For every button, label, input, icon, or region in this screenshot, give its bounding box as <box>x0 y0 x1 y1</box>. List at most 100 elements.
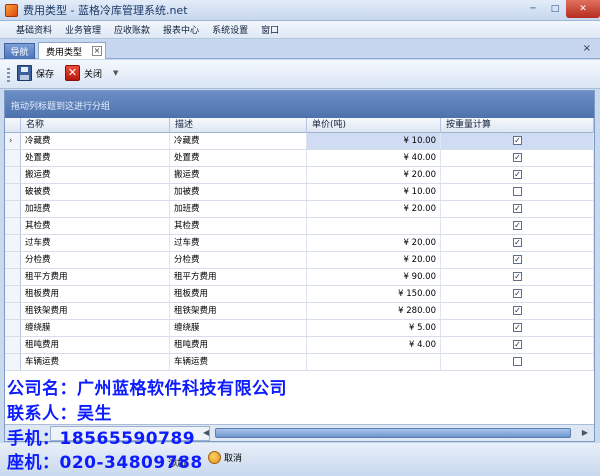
close-icon[interactable]: × <box>583 43 591 54</box>
cell-description[interactable]: 租铁架费用 <box>170 303 307 319</box>
table-row[interactable]: 租平方费用 租平方费用 ¥ 90.00 ✓ <box>5 269 594 286</box>
by-weight-checkbox[interactable]: ✓ <box>513 323 522 332</box>
row-indicator[interactable] <box>5 320 21 336</box>
row-indicator[interactable] <box>5 184 21 200</box>
toolbar-dropdown-icon[interactable]: ▼ <box>113 69 118 77</box>
cell-unit-price[interactable]: ¥ 280.00 <box>307 303 441 319</box>
cell-description[interactable]: 加班费 <box>170 201 307 217</box>
cell-name[interactable]: 租平方费用 <box>21 269 170 285</box>
table-row[interactable]: 过车费 过车费 ¥ 20.00 ✓ <box>5 235 594 252</box>
cell-name[interactable]: 搬运费 <box>21 167 170 183</box>
cell-description[interactable]: 租吨费用 <box>170 337 307 353</box>
table-row[interactable]: 租吨费用 租吨费用 ¥ 4.00 ✓ <box>5 337 594 354</box>
row-indicator[interactable] <box>5 218 21 234</box>
cell-unit-price[interactable]: ¥ 20.00 <box>307 235 441 251</box>
cell-name[interactable]: 处置费 <box>21 150 170 166</box>
cell-unit-price[interactable]: ¥ 150.00 <box>307 286 441 302</box>
by-weight-checkbox[interactable]: ✓ <box>513 289 522 298</box>
cancel-button[interactable]: 取消 <box>208 451 242 464</box>
cell-unit-price[interactable]: ¥ 4.00 <box>307 337 441 353</box>
table-row[interactable]: 车辆运费 车辆运费 <box>5 354 594 371</box>
cell-unit-price[interactable]: ¥ 20.00 <box>307 167 441 183</box>
table-row[interactable]: 破被费 加被费 ¥ 10.00 <box>5 184 594 201</box>
table-row[interactable]: 缠绕膜 缠绕膜 ¥ 5.00 ✓ <box>5 320 594 337</box>
row-indicator[interactable] <box>5 286 21 302</box>
table-row[interactable]: › 冷藏费 冷藏费 ¥ 10.00 ✓ <box>5 133 594 150</box>
minimize-button[interactable]: ─ <box>522 0 544 18</box>
cell-description[interactable]: 搬运费 <box>170 167 307 183</box>
scroll-thumb[interactable] <box>215 428 571 438</box>
toolbar-grip[interactable] <box>7 68 10 82</box>
cell-description[interactable]: 分检费 <box>170 252 307 268</box>
by-weight-checkbox[interactable]: ✓ <box>513 340 522 349</box>
by-weight-checkbox[interactable]: ✓ <box>513 170 522 179</box>
cell-description[interactable]: 车辆运费 <box>170 354 307 370</box>
row-indicator[interactable] <box>5 201 21 217</box>
table-row[interactable]: 搬运费 搬运费 ¥ 20.00 ✓ <box>5 167 594 184</box>
cell-name[interactable]: 租板费用 <box>21 286 170 302</box>
menu-item-business[interactable]: 业务管理 <box>65 23 101 36</box>
by-weight-checkbox[interactable]: ✓ <box>513 255 522 264</box>
by-weight-checkbox[interactable] <box>513 187 522 196</box>
scroll-right-icon[interactable]: ▶ <box>582 428 588 437</box>
close-window-button[interactable]: ✕ <box>566 0 600 18</box>
row-indicator[interactable]: › <box>5 133 21 149</box>
cell-name[interactable]: 其检费 <box>21 218 170 234</box>
cell-description[interactable]: 冷藏费 <box>170 133 307 149</box>
by-weight-checkbox[interactable]: ✓ <box>513 238 522 247</box>
cell-unit-price[interactable]: ¥ 5.00 <box>307 320 441 336</box>
row-indicator[interactable] <box>5 167 21 183</box>
scroll-left-icon[interactable]: ◀ <box>203 428 209 437</box>
tab-fee-types[interactable]: 费用类型 × <box>38 42 106 59</box>
column-header-by-weight[interactable]: 按重量计算 <box>441 118 594 133</box>
table-row[interactable]: 其检费 其检费 ✓ <box>5 218 594 235</box>
cell-name[interactable]: 缠绕膜 <box>21 320 170 336</box>
cell-description[interactable]: 租板费用 <box>170 286 307 302</box>
menu-item-reports[interactable]: 报表中心 <box>163 23 199 36</box>
row-indicator[interactable] <box>5 235 21 251</box>
maximize-button[interactable]: □ <box>544 0 566 18</box>
cell-name[interactable]: 租铁架费用 <box>21 303 170 319</box>
cell-unit-price[interactable] <box>307 218 441 234</box>
cell-name[interactable]: 破被费 <box>21 184 170 200</box>
tab-close-icon[interactable]: × <box>92 46 102 56</box>
by-weight-checkbox[interactable]: ✓ <box>513 221 522 230</box>
table-row[interactable]: 租铁架费用 租铁架费用 ¥ 280.00 ✓ <box>5 303 594 320</box>
cell-description[interactable]: 其检费 <box>170 218 307 234</box>
cell-name[interactable]: 车辆运费 <box>21 354 170 370</box>
by-weight-checkbox[interactable] <box>513 357 522 366</box>
row-indicator[interactable] <box>5 252 21 268</box>
column-header-description[interactable]: 描述 <box>170 118 307 133</box>
cell-name[interactable]: 冷藏费 <box>21 133 170 149</box>
cell-name[interactable]: 过车费 <box>21 235 170 251</box>
menu-item-settings[interactable]: 系统设置 <box>212 23 248 36</box>
column-header-unit-price[interactable]: 单价(吨) <box>307 118 441 133</box>
group-by-panel[interactable]: 拖动列标题到这进行分组 <box>5 91 594 118</box>
cell-description[interactable]: 加被费 <box>170 184 307 200</box>
row-indicator[interactable] <box>5 337 21 353</box>
tab-navigation[interactable]: 导航 <box>4 43 35 59</box>
cell-unit-price[interactable]: ¥ 40.00 <box>307 150 441 166</box>
menu-item-basic-data[interactable]: 基础资料 <box>16 23 52 36</box>
cell-name[interactable]: 分检费 <box>21 252 170 268</box>
table-row[interactable]: 分检费 分检费 ¥ 20.00 ✓ <box>5 252 594 269</box>
table-row[interactable]: 租板费用 租板费用 ¥ 150.00 ✓ <box>5 286 594 303</box>
cell-unit-price[interactable]: ¥ 90.00 <box>307 269 441 285</box>
save-button[interactable]: 保存 <box>17 65 54 81</box>
cell-unit-price[interactable] <box>307 354 441 370</box>
menu-item-window[interactable]: 窗口 <box>261 23 279 36</box>
menu-item-receivables[interactable]: 应收账款 <box>114 23 150 36</box>
column-header-name[interactable]: 名称 <box>21 118 170 133</box>
cell-description[interactable]: 缠绕膜 <box>170 320 307 336</box>
row-indicator[interactable] <box>5 150 21 166</box>
cell-description[interactable]: 过车费 <box>170 235 307 251</box>
by-weight-checkbox[interactable]: ✓ <box>513 272 522 281</box>
table-row[interactable]: 处置费 处置费 ¥ 40.00 ✓ <box>5 150 594 167</box>
row-indicator[interactable] <box>5 303 21 319</box>
cell-unit-price[interactable]: ¥ 20.00 <box>307 201 441 217</box>
table-row[interactable]: 加班费 加班费 ¥ 20.00 ✓ <box>5 201 594 218</box>
cell-name[interactable]: 租吨费用 <box>21 337 170 353</box>
cell-name[interactable]: 加班费 <box>21 201 170 217</box>
cell-unit-price[interactable]: ¥ 10.00 <box>307 133 441 149</box>
by-weight-checkbox[interactable]: ✓ <box>513 204 522 213</box>
